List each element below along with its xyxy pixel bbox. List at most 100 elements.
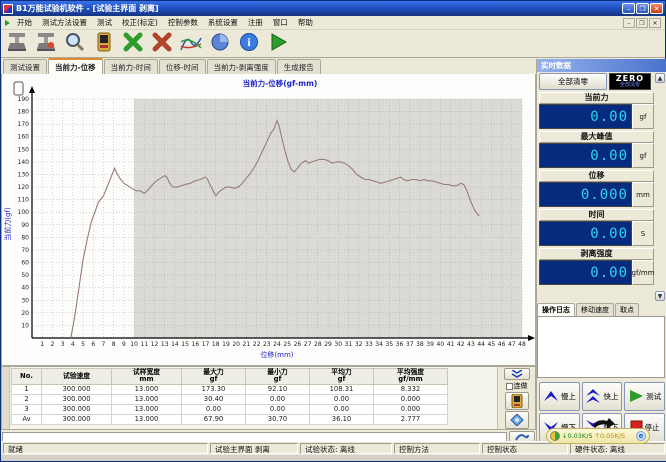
menu-item-0[interactable]: 开始 [13,16,36,29]
toolbar-clear-green-button[interactable] [120,32,146,56]
svg-text:50: 50 [21,272,29,279]
operation-log-list[interactable] [537,316,665,378]
menu-item-1[interactable]: 测试方法设置 [38,16,91,29]
field-label-1: 最大峰值 [539,131,654,143]
menu-item-4[interactable]: 控制参数 [164,16,202,29]
svg-text:130: 130 [18,171,30,178]
svg-text:33: 33 [365,341,373,348]
curve-icon [179,32,203,56]
svg-text:47: 47 [508,341,516,348]
col-header-0: No. [12,369,42,385]
field-display-1: 0.00gf [539,143,654,168]
toolbar-clear-red-button[interactable] [149,32,175,56]
scroll-down-icon[interactable]: ▼ [655,291,665,301]
toolbar-curve-button[interactable] [178,32,204,56]
toolbar-press-button[interactable] [4,32,30,56]
log-tabstrip: 操作日志移动速度取点 [537,303,666,316]
mdi-close-button[interactable]: ✕ [649,18,661,28]
force-displacement-chart: 1020304050607080901001101201301401501601… [2,74,535,365]
table-splitter[interactable] [2,367,10,429]
svg-text:14: 14 [171,341,179,348]
jog-button-1[interactable]: 快上 [582,382,623,411]
minimize-button[interactable]: – [622,3,635,14]
cell-3-3: 67.90 [182,414,246,424]
note-icon[interactable] [14,82,23,95]
toolbar-zoom-button[interactable] [62,32,88,56]
menu-item-7[interactable]: 窗口 [269,16,292,29]
selection-region [134,99,522,338]
panel-scrollbar[interactable]: ▲ ▼ [654,72,666,302]
menu-item-8[interactable]: 帮助 [294,16,317,29]
tab-3[interactable]: 位移-时间 [159,59,206,74]
close-button[interactable]: ✕ [650,3,663,14]
svg-text:40: 40 [21,285,29,292]
svg-text:30: 30 [21,297,29,304]
cell-2-3: 0.00 [182,404,246,414]
log-tab-1[interactable]: 移动速度 [576,303,614,316]
tab-5[interactable]: 生成报告 [277,59,321,74]
table-row-0[interactable]: 1300.00013.000173.3092.10108.318.332 [12,384,448,394]
svg-text:7: 7 [102,341,106,348]
status-segment-0: 就绪 [3,443,208,454]
chart-title: 当前力-位移(gf-mm) [243,78,318,88]
svg-text:9: 9 [122,341,126,348]
tab-0[interactable]: 测试设置 [3,59,47,74]
svg-text:4: 4 [71,341,75,348]
zoom-icon [64,32,86,56]
cell-0-2: 13.000 [112,384,182,394]
cell-3-1: 300.000 [42,414,112,424]
zero-button[interactable]: ZERO 全部清零 [609,73,651,90]
table-row-1[interactable]: 2300.00013.00030.400.000.000.000 [12,394,448,404]
jog-button-2[interactable]: 测试 [624,382,665,411]
svg-text:160: 160 [18,134,30,141]
collapse-table-button[interactable] [504,368,530,380]
cell-1-6: 0.000 [374,394,448,404]
log-tab-0[interactable]: 操作日志 [537,303,575,316]
cell-0-0: 1 [12,384,42,394]
svg-text:27: 27 [304,341,312,348]
toolbar-pie-chart-button[interactable] [207,32,233,56]
table-row-2[interactable]: 3300.00013.0000.000.000.000.000 [12,404,448,414]
cell-2-6: 0.000 [374,404,448,414]
field-display-2: 0.000mm [539,182,654,207]
restore-button[interactable]: ❐ [636,3,649,14]
cell-1-0: 2 [12,394,42,404]
report-button[interactable] [505,392,529,410]
tab-2[interactable]: 当前力-时间 [104,59,158,74]
jog-button-0[interactable]: 慢上 [539,382,580,411]
menu-item-2[interactable]: 测试 [93,16,116,29]
mdi-minimize-button[interactable]: – [623,18,635,28]
y-axis-label: 当前力(gf) [3,207,12,241]
svg-text:70: 70 [21,247,29,254]
tab-4[interactable]: 当前力-剥离强度 [207,59,276,74]
toolbar-report-button[interactable] [91,32,117,56]
svg-text:23: 23 [263,341,271,348]
zero-all-button[interactable]: 全部清零 [539,73,607,90]
svg-text:38: 38 [416,341,424,348]
menu-item-6[interactable]: 注册 [244,16,267,29]
double-chevron-up-icon [585,388,601,406]
toolbar-press-calibrate-button[interactable] [33,32,59,56]
realtime-panel-title: 实时数据 [537,59,666,72]
cell-2-5: 0.00 [310,404,374,414]
menu-item-5[interactable]: 系统设置 [204,16,242,29]
svg-text:43: 43 [467,341,475,348]
log-tab-2[interactable]: 取点 [615,303,639,316]
toolbar-start-button[interactable] [265,32,291,56]
report-icon [93,32,115,56]
toolbar-info-button[interactable]: i [236,32,262,56]
realtime-panel: 实时数据 全部清零 ZERO 全部清零 当前力0.00gf最大峰值0.00gf位… [536,59,666,443]
svg-text:170: 170 [18,121,30,128]
continuous-checkbox[interactable]: 连做 [506,381,528,391]
svg-text:6: 6 [91,341,95,348]
tab-1[interactable]: 当前力-位移 [48,58,103,74]
scroll-up-icon[interactable]: ▲ [655,73,665,83]
cell-3-4: 30.70 [246,414,310,424]
svg-text:12: 12 [151,341,159,348]
svg-text:3: 3 [61,341,65,348]
export-button[interactable] [505,411,529,429]
table-row-3[interactable]: Av300.00013.00067.9030.7036.102.777 [12,414,448,424]
mdi-restore-button[interactable]: ❐ [636,18,648,28]
continuous-label: 连做 [514,381,528,391]
menu-item-3[interactable]: 校正(标定) [118,16,162,29]
